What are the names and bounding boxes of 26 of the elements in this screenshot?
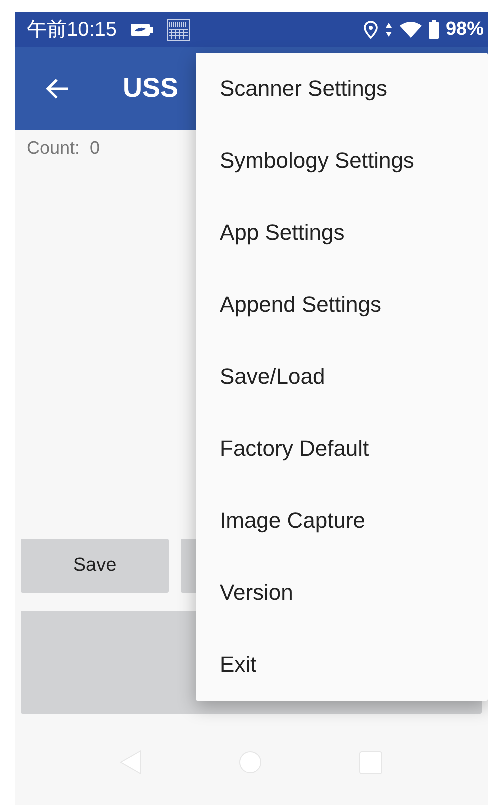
menu-item[interactable]: Append Settings [196, 269, 488, 341]
data-arrows-icon [384, 22, 393, 38]
app-title: USS [123, 73, 179, 104]
battery-icon [428, 20, 439, 39]
menu-item[interactable]: Scanner Settings [196, 53, 488, 125]
menu-item[interactable]: Exit [196, 629, 488, 701]
count-value: 0 [90, 138, 100, 159]
back-nav-icon[interactable] [120, 750, 142, 775]
count-label: Count: [27, 138, 80, 159]
menu-item[interactable]: Factory Default [196, 413, 488, 485]
back-button[interactable] [45, 78, 69, 100]
menu-item[interactable]: Save/Load [196, 341, 488, 413]
menu-item[interactable]: App Settings [196, 197, 488, 269]
menu-item[interactable]: Symbology Settings [196, 125, 488, 197]
battery-percent: 98% [446, 18, 484, 40]
location-icon [364, 20, 378, 38]
save-button[interactable]: Save [21, 539, 169, 593]
wifi-icon [400, 21, 422, 38]
keyboard-icon [167, 18, 190, 40]
menu-item[interactable]: Version [196, 557, 488, 629]
status-time: 午前10:15 [27, 18, 118, 43]
card-icon [131, 22, 154, 36]
menu-item[interactable]: Image Capture [196, 485, 488, 557]
home-nav-icon[interactable] [239, 751, 262, 774]
back-arrow-icon [45, 78, 69, 100]
recents-nav-icon[interactable] [359, 750, 383, 774]
